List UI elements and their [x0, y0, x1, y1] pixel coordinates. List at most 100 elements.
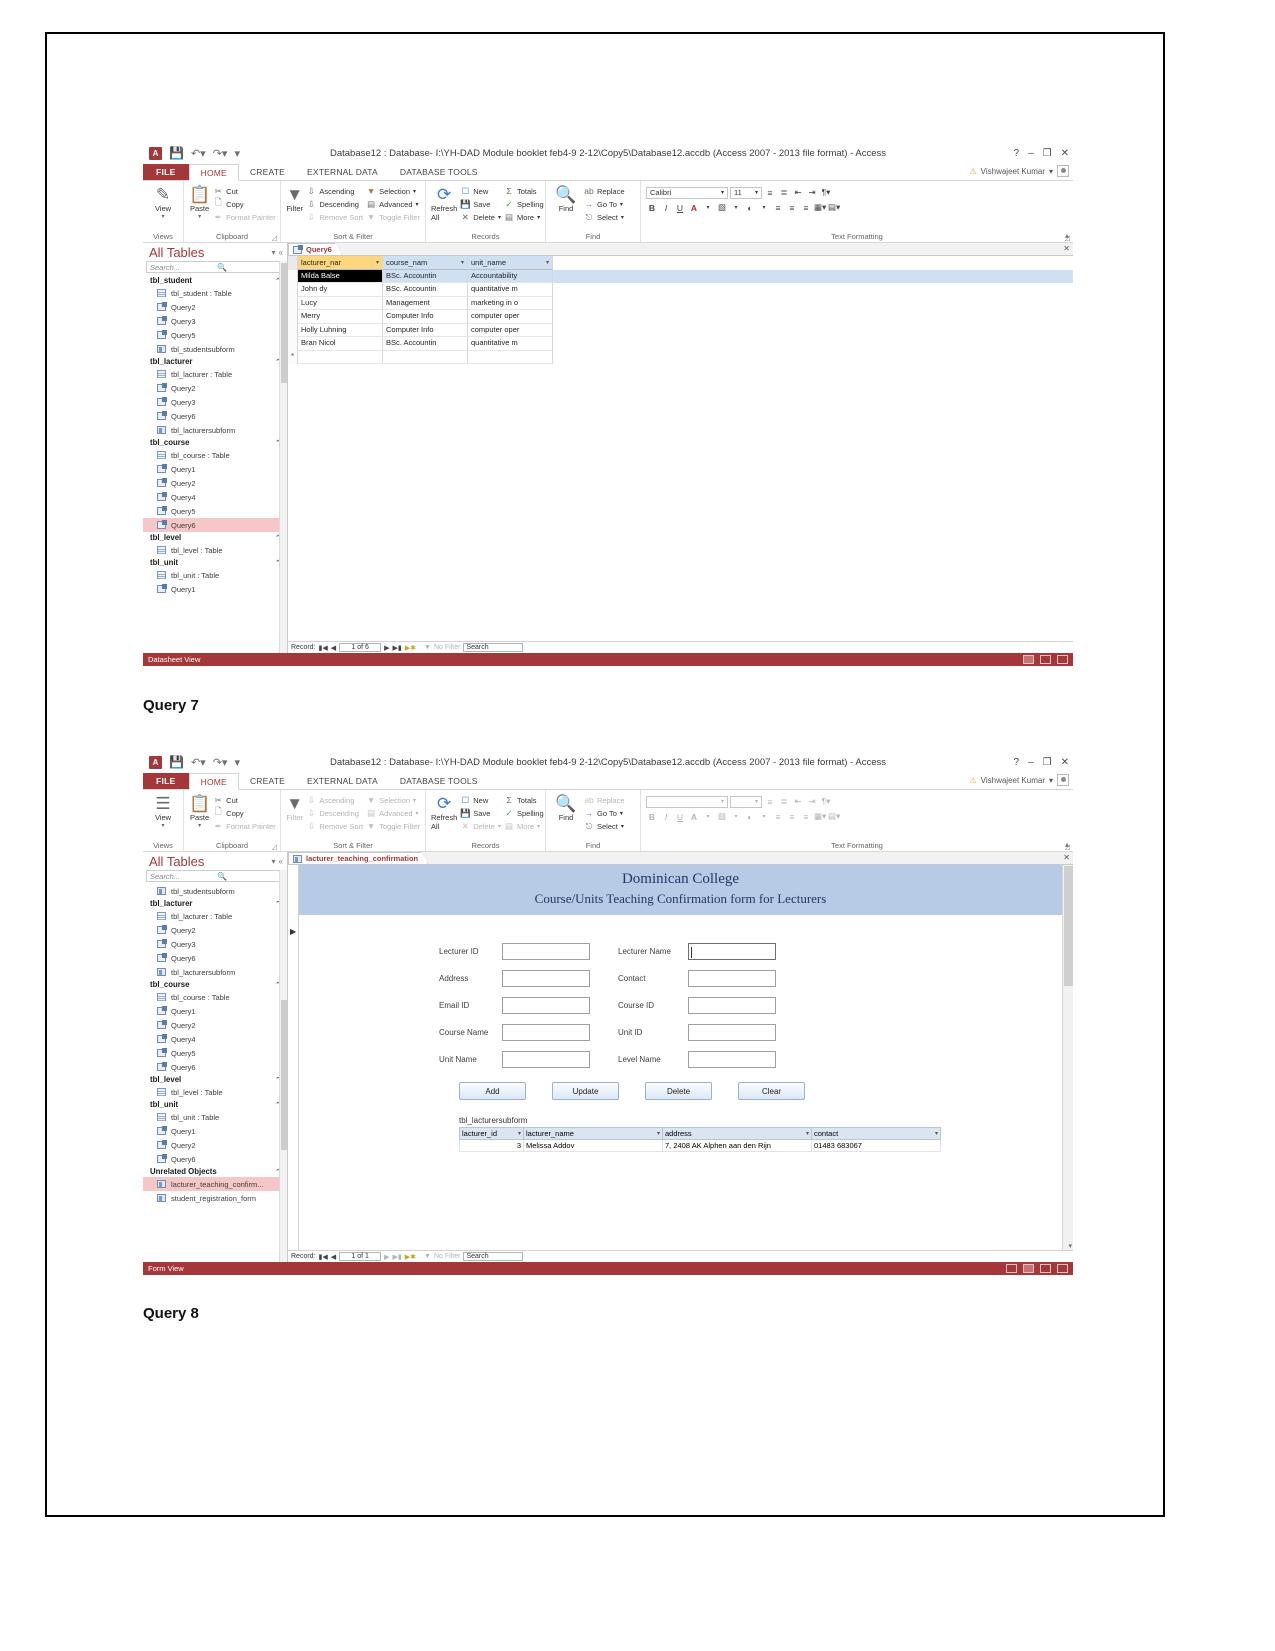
window-controls[interactable]: ? – ❐ ✕	[1014, 142, 1069, 164]
ascending-button[interactable]: ⇩ Ascending	[306, 185, 363, 197]
chevron-down-icon[interactable]: ▾	[376, 259, 379, 266]
field-input[interactable]	[502, 970, 590, 987]
datasheet-cell[interactable]: computer oper	[468, 310, 553, 324]
chevron-down-icon[interactable]: ▾	[498, 214, 501, 221]
delete-record-button[interactable]: ✕ Delete ▾	[460, 820, 501, 832]
chevron-down-icon[interactable]: ▾	[546, 259, 549, 266]
navpane-item[interactable]: Query5	[143, 1046, 287, 1060]
tab-home[interactable]: HOME	[188, 164, 239, 181]
navigation-pane-list[interactable]: tbl_student⌃ tbl_student : Table Query2 Que…	[143, 275, 287, 596]
field-input[interactable]	[688, 1051, 776, 1068]
navpane-item[interactable]: Query3	[143, 314, 287, 328]
datasheet-row[interactable]: Merry Computer Info computer oper	[288, 310, 1073, 324]
chevron-down-icon[interactable]: ▾	[758, 813, 770, 820]
navpane-item[interactable]: Query6	[143, 1060, 287, 1074]
chevron-down-icon[interactable]: ▾	[730, 813, 742, 820]
search-input[interactable]: Search... 🔍	[146, 870, 284, 882]
navpane-menu-icon[interactable]: ▾	[272, 857, 276, 866]
bold-button[interactable]: B	[646, 203, 658, 213]
navpane-item[interactable]: Query2	[143, 476, 287, 490]
view-button[interactable]: ☰ View ▾	[148, 794, 178, 829]
navpane-item[interactable]: student_registration_form	[143, 1191, 287, 1205]
align-left-button[interactable]: ≡	[772, 812, 784, 822]
user-account[interactable]: ⚠ Vishwajeet Kumar ▾	[969, 774, 1069, 786]
navpane-group-header[interactable]: tbl_level⌃	[143, 1074, 287, 1085]
delete-record-button[interactable]: ✕ Delete ▾	[460, 211, 501, 223]
subform-cell[interactable]: 3	[459, 1140, 524, 1152]
search-icon[interactable]: 🔍	[214, 872, 283, 881]
close-button[interactable]: ✕	[1061, 148, 1069, 159]
first-record-icon[interactable]: ▮◀	[319, 644, 328, 652]
subform-column-header[interactable]: lacturer_name ▾	[523, 1127, 663, 1140]
subform-cell[interactable]: 7, 2408 AK Alphen aan den Rijn	[662, 1140, 812, 1152]
filter-button[interactable]: ▼ Filter	[286, 794, 303, 822]
navpane-item[interactable]: tbl_studentsubform	[143, 884, 287, 898]
chevron-down-icon[interactable]: ▾	[657, 1130, 660, 1137]
chevron-down-icon[interactable]: ▾	[621, 823, 624, 830]
datasheet-cell[interactable]: Computer Info	[383, 310, 468, 324]
navpane-group-header[interactable]: tbl_unit⌃	[143, 1099, 287, 1110]
navpane-group-header[interactable]: tbl_unit⌃	[143, 557, 287, 568]
save-icon[interactable]: 💾	[169, 146, 184, 160]
gridlines-icon[interactable]: ▦▾	[814, 811, 826, 822]
gridlines-icon[interactable]: ▦▾	[814, 202, 826, 213]
ascending-button[interactable]: ⇩ Ascending	[306, 794, 363, 806]
italic-button[interactable]: I	[660, 812, 672, 822]
datasheet-cell[interactable]: BSc. Accountin	[383, 283, 468, 297]
paste-button[interactable]: 📋 Paste ▾	[189, 185, 210, 220]
last-record-icon[interactable]: ▶▮	[393, 644, 402, 652]
chevron-down-icon[interactable]: ▾	[498, 823, 501, 830]
datasheet-cell[interactable]: Lucy	[298, 296, 383, 310]
record-navigator[interactable]: Record: ▮◀ ◀ 1 of 1 ▶ ▶▮ ▶✱ ▼ No Filter …	[288, 1250, 1073, 1262]
record-navigator[interactable]: Record: ▮◀ ◀ 1 of 6 ▶ ▶▮ ▶✱ ▼ No Filter …	[288, 641, 1073, 653]
field-input[interactable]	[688, 970, 776, 987]
datasheet-row[interactable]: John dy BSc. Accountin quantitative m	[288, 283, 1073, 297]
navpane-group-header[interactable]: tbl_level⌃	[143, 532, 287, 543]
chevron-down-icon[interactable]: ▾	[161, 822, 164, 829]
search-input[interactable]: Search... 🔍	[146, 261, 284, 273]
scroll-down-icon[interactable]: ▾	[1068, 1242, 1072, 1250]
minimize-button[interactable]: –	[1028, 148, 1034, 159]
navpane-menu-icon[interactable]: ▾	[272, 248, 276, 257]
chevron-down-icon[interactable]: ▾	[620, 201, 623, 208]
align-center-button[interactable]: ≡	[786, 812, 798, 822]
datasheet-cell[interactable]: Management	[383, 296, 468, 310]
subform-column-header[interactable]: address ▾	[662, 1127, 812, 1140]
cut-button[interactable]: ✂ Cut	[213, 185, 276, 197]
subform-column-header[interactable]: contact ▾	[811, 1127, 941, 1140]
navigation-pane-list[interactable]: tbl_studentsubformtbl_lacturer⌃tbl_lactu…	[143, 884, 287, 1205]
chevron-down-icon[interactable]: ▾	[702, 204, 714, 211]
numbering-icon[interactable]: ≣	[778, 796, 790, 807]
datasheet-cell[interactable]: quantitative m	[468, 337, 553, 351]
datasheet-cell[interactable]: Accountability	[468, 269, 553, 283]
record-position[interactable]: 1 of 1	[339, 1252, 382, 1261]
field-input[interactable]	[688, 943, 776, 960]
navpane-item[interactable]: tbl_student : Table	[143, 286, 287, 300]
subform-row[interactable]: 3 Melissa Addov 7, 2408 AK Alphen aan den …	[459, 1140, 959, 1152]
navpane-item[interactable]: Query6	[143, 951, 287, 965]
chevron-down-icon[interactable]: ▾	[806, 1130, 809, 1137]
ribbon-tab-bar[interactable]: FILE HOME CREATE EXTERNAL DATA DATABASE …	[143, 773, 1073, 790]
redo-icon[interactable]: ↷▾	[213, 756, 228, 769]
fill-color-icon[interactable]: ◐	[744, 812, 756, 822]
field-input[interactable]	[502, 997, 590, 1014]
datasheet-row[interactable]: Lucy Management marketing in o	[288, 296, 1073, 310]
navpane-scroll-thumb[interactable]	[281, 263, 287, 383]
datasheet-cell[interactable]: Holly Luhning	[298, 323, 383, 337]
document-tab-lacturer-teaching-confirmation[interactable]: lacturer_teaching_confirmation	[288, 852, 428, 864]
field-input[interactable]	[688, 1024, 776, 1041]
datasheet-cell[interactable]: marketing in o	[468, 296, 553, 310]
navpane-item[interactable]: tbl_unit : Table	[143, 568, 287, 582]
navpane-item[interactable]: Query5	[143, 504, 287, 518]
navpane-item[interactable]: Query2	[143, 381, 287, 395]
new-record-button[interactable]: ☐ New	[460, 185, 501, 197]
chevron-down-icon[interactable]: ▾	[1049, 167, 1053, 176]
field-input[interactable]	[502, 943, 590, 960]
bullets-icon[interactable]: ≡	[764, 188, 776, 198]
user-account[interactable]: ⚠ Vishwajeet Kumar ▾	[969, 165, 1069, 177]
new-record-icon[interactable]: ▶✱	[405, 1253, 416, 1261]
find-button[interactable]: 🔍 Find	[551, 794, 581, 822]
row-selector[interactable]	[288, 283, 298, 297]
navpane-item[interactable]: Query6	[143, 409, 287, 423]
copy-button[interactable]: 🗋 Copy	[213, 197, 276, 210]
